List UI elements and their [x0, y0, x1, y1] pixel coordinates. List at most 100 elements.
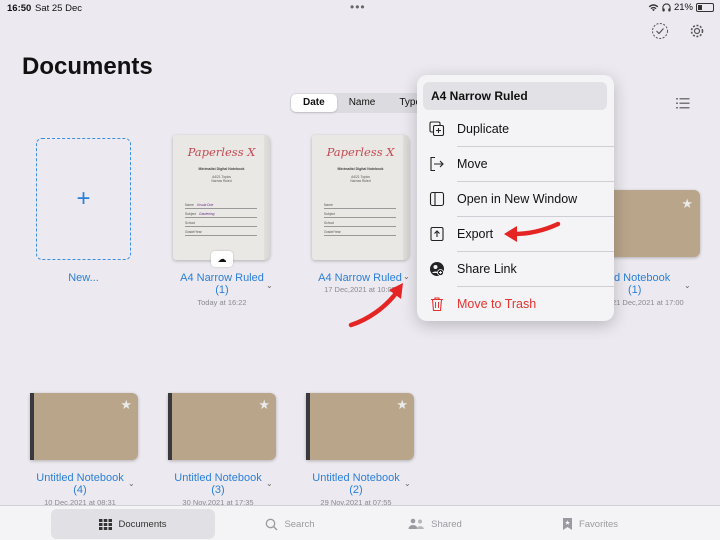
move-icon — [417, 156, 457, 172]
shared-icon — [408, 518, 425, 529]
tab-label: Shared — [431, 518, 462, 530]
document-title-line: (2) — [349, 484, 363, 496]
menu-item-export[interactable]: Export — [417, 216, 614, 251]
menu-item-duplicate[interactable]: Duplicate — [417, 111, 614, 146]
paper-field: School — [185, 221, 257, 227]
tab-label: Favorites — [578, 518, 619, 530]
tab-favorites[interactable]: Favorites — [520, 509, 660, 539]
tab-label: Search — [284, 518, 315, 530]
document-date: 21 Dec,2021 at 17:00 — [612, 298, 702, 307]
tab-shared[interactable]: Shared — [370, 509, 500, 539]
field-label: Subject — [185, 212, 196, 216]
document-title[interactable]: d Notebook (1) — [614, 272, 684, 296]
field-value: Gardening — [199, 212, 215, 216]
share-link-icon — [417, 261, 457, 277]
document-date: 17 Dec,2021 at 10:05 — [324, 285, 396, 294]
favorite-star-icon[interactable]: ★ — [120, 397, 132, 413]
document-thumbnail[interactable]: Paperless X Minimalist Digital Notebook … — [312, 135, 409, 260]
headphones-icon — [662, 3, 671, 12]
tab-documents[interactable]: Documents — [51, 509, 215, 539]
menu-item-move-to-trash[interactable]: Move to Trash — [417, 286, 614, 321]
document-title-line: d Notebook — [614, 272, 671, 284]
document-title-line: Untitled Notebook — [36, 472, 124, 484]
bookmark-icon — [562, 518, 572, 530]
notebook-thumbnail[interactable]: ★ — [30, 393, 138, 460]
battery-icon — [696, 3, 714, 12]
sort-name-button[interactable]: Name — [337, 94, 388, 112]
battery-percent: 21% — [673, 2, 693, 13]
menu-item-move[interactable]: Move — [417, 146, 614, 181]
field-label: Grade/Year — [324, 230, 341, 234]
menu-item-open-new-window[interactable]: Open in New Window — [417, 181, 614, 216]
tab-search[interactable]: Search — [225, 509, 355, 539]
document-title[interactable]: Untitled Notebook (2) — [301, 472, 411, 496]
sort-segmented-control[interactable]: Date Name Type — [290, 93, 435, 113]
paper-field: School — [324, 221, 396, 227]
document-title[interactable]: A4 Narrow Ruled — [305, 272, 415, 284]
paper-lines: A4/21 Topics Narrow Ruled — [312, 175, 409, 183]
favorite-star-icon[interactable]: ★ — [258, 397, 270, 413]
field-label: Name — [324, 203, 333, 207]
status-date: Sat 25 Dec — [35, 3, 82, 14]
paper-subtitle: Minimalist Digital Notebook — [337, 167, 384, 171]
field-label: Grade/Year — [185, 230, 202, 234]
multitasking-dots[interactable]: ••• — [350, 0, 366, 14]
document-title[interactable]: Untitled Notebook (4) — [25, 472, 135, 496]
context-menu: A4 Narrow Ruled Duplicate Move Open in N… — [417, 75, 614, 321]
status-right: 21% — [648, 2, 714, 13]
tab-label: Documents — [118, 518, 167, 530]
field-label: School — [324, 221, 335, 225]
document-title-line: Untitled Notebook — [312, 472, 400, 484]
context-menu-title: A4 Narrow Ruled — [423, 82, 607, 110]
chevron-down-icon[interactable]: ⌄ — [266, 479, 273, 488]
notebook-thumbnail[interactable]: ★ — [604, 190, 700, 257]
chevron-down-icon[interactable]: ⌄ — [684, 281, 691, 290]
document-title[interactable]: A4 Narrow Ruled (1) — [163, 272, 281, 296]
favorite-star-icon[interactable]: ★ — [396, 397, 408, 413]
page-fold — [264, 135, 270, 260]
search-icon — [266, 518, 278, 530]
favorite-star-icon[interactable]: ★ — [391, 139, 403, 155]
notebook-thumbnail[interactable]: ★ — [306, 393, 414, 460]
notebook-spine — [168, 393, 172, 460]
menu-item-share-link[interactable]: Share Link — [417, 251, 614, 286]
document-title-line: (4) — [73, 484, 87, 496]
sort-date-button[interactable]: Date — [291, 94, 337, 112]
paper-field: Name — [324, 203, 396, 209]
document-title-line: Untitled Notebook — [174, 472, 262, 484]
page-fold — [403, 135, 409, 260]
document-title-line: A4 Narrow Ruled — [180, 272, 264, 284]
document-title-line: (3) — [211, 484, 225, 496]
list-view-icon[interactable] — [676, 96, 690, 114]
status-time: 16:50 — [7, 3, 32, 14]
menu-item-label: Move to Trash — [457, 296, 537, 311]
sync-badge-icon: ☁ — [211, 251, 233, 267]
notebook-thumbnail[interactable]: ★ — [168, 393, 276, 460]
field-label: Subject — [324, 212, 335, 216]
chevron-down-icon[interactable]: ⌄ — [266, 281, 273, 290]
field-label: School — [185, 221, 196, 225]
paper-lines: A4/21 Topics Narrow Ruled — [173, 175, 270, 183]
document-thumbnail[interactable]: Paperless X Minimalist Digital Notebook … — [173, 135, 270, 260]
chevron-down-icon[interactable]: ⌄ — [403, 272, 410, 281]
paper-field: Grade/Year — [324, 230, 396, 236]
field-value: Ursula Doe — [196, 203, 214, 207]
settings-gear-icon[interactable] — [688, 22, 706, 40]
favorite-star-icon[interactable]: ★ — [252, 139, 264, 155]
plus-icon: + — [76, 185, 91, 212]
document-date: Today at 16:22 — [197, 298, 247, 307]
duplicate-icon — [417, 120, 457, 137]
chevron-down-icon[interactable]: ⌄ — [128, 479, 135, 488]
trash-icon — [417, 296, 457, 312]
document-title-line: (1) — [215, 284, 229, 296]
page-title: Documents — [22, 53, 153, 80]
new-document-label[interactable]: New... — [36, 272, 131, 284]
notebook-spine — [30, 393, 34, 460]
select-check-icon[interactable] — [651, 22, 669, 40]
favorite-star-icon[interactable]: ★ — [681, 196, 693, 212]
new-document-button[interactable]: + — [36, 138, 131, 260]
paper-subtitle: Minimalist Digital Notebook — [198, 167, 245, 171]
document-title[interactable]: Untitled Notebook (3) — [163, 472, 273, 496]
chevron-down-icon[interactable]: ⌄ — [404, 479, 411, 488]
grid-icon — [99, 518, 113, 530]
